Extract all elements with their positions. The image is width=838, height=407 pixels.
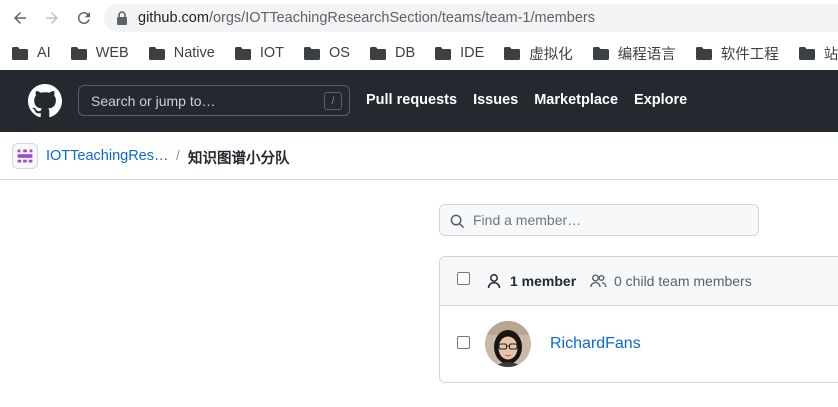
reload-button[interactable] bbox=[73, 7, 95, 29]
forward-arrow-icon bbox=[46, 12, 58, 24]
url-path: /orgs/IOTTeachingResearchSection/teams/t… bbox=[208, 10, 595, 26]
back-button[interactable] bbox=[9, 7, 31, 29]
people-icon bbox=[590, 274, 607, 288]
nav-pull-requests[interactable]: Pull requests bbox=[366, 92, 457, 108]
team-name[interactable]: 知识图谱小分队 bbox=[188, 147, 290, 168]
folder-icon bbox=[304, 46, 321, 60]
bookmark-folder[interactable]: 编程语言 bbox=[592, 43, 676, 64]
member-avatar[interactable] bbox=[485, 321, 531, 367]
user-avatar-photo bbox=[485, 321, 531, 367]
org-avatar-icon[interactable] bbox=[12, 143, 38, 169]
forward-button[interactable] bbox=[41, 7, 63, 29]
search-placeholder: Search or jump to… bbox=[91, 92, 216, 109]
nav-marketplace[interactable]: Marketplace bbox=[534, 92, 618, 108]
folder-icon bbox=[435, 46, 452, 60]
folder-icon bbox=[12, 46, 28, 60]
nav-issues[interactable]: Issues bbox=[473, 92, 518, 108]
github-logo-icon[interactable] bbox=[28, 84, 62, 118]
back-arrow-icon bbox=[14, 12, 26, 24]
bookmark-folder[interactable]: 软件工程 bbox=[695, 43, 779, 64]
header-nav: Pull requests Issues Marketplace Explore bbox=[366, 92, 703, 108]
bookmark-label: Native bbox=[173, 45, 215, 61]
folder-icon bbox=[234, 46, 251, 60]
breadcrumb-separator: / bbox=[176, 147, 180, 163]
bookmark-label: 编程语言 bbox=[617, 46, 676, 63]
find-member-placeholder: Find a member… bbox=[473, 212, 582, 228]
folder-icon bbox=[369, 46, 386, 60]
bookmark-folder[interactable]: DB bbox=[369, 45, 416, 61]
folder-icon bbox=[504, 46, 521, 60]
child-team-members-count[interactable]: 0 child team members bbox=[614, 273, 752, 289]
bookmark-folder[interactable]: IDE bbox=[435, 45, 484, 61]
bookmarks-bar: AI WEB Native IOT OS DB IDE 虚拟化 编程语言 软件工程 站点 bbox=[0, 36, 838, 70]
select-all-checkbox[interactable] bbox=[457, 272, 470, 285]
reload-icon bbox=[77, 12, 90, 25]
url-host: github.com bbox=[138, 10, 209, 26]
find-member-input[interactable]: Find a member… bbox=[439, 204, 759, 236]
folder-icon bbox=[695, 46, 712, 60]
bookmark-label: OS bbox=[329, 45, 350, 61]
folder-icon bbox=[592, 46, 609, 60]
bookmark-folder[interactable]: Native bbox=[148, 45, 215, 61]
bookmark-folder[interactable]: AI bbox=[12, 45, 51, 61]
folder-icon bbox=[70, 46, 87, 60]
members-list: 1 member 0 child team members RichardFan… bbox=[439, 256, 838, 383]
slash-shortcut-badge: / bbox=[324, 92, 342, 110]
lock-icon bbox=[117, 11, 127, 25]
bookmark-folder[interactable]: IOT bbox=[234, 45, 285, 61]
bookmark-label: IDE bbox=[460, 45, 485, 61]
bookmark-label: 站点 bbox=[823, 46, 838, 63]
github-header: Search or jump to… / Pull requests Issue… bbox=[0, 70, 838, 132]
bookmark-folder[interactable]: 站点 bbox=[798, 43, 838, 64]
nav-explore[interactable]: Explore bbox=[634, 92, 687, 108]
bookmark-label: DB bbox=[394, 45, 416, 61]
browser-toolbar: github.com/orgs/IOTTeachingResearchSecti… bbox=[0, 0, 838, 36]
bookmark-label: 虚拟化 bbox=[529, 46, 573, 63]
member-row: RichardFans bbox=[440, 306, 838, 383]
search-icon bbox=[450, 214, 465, 229]
folder-icon bbox=[148, 46, 165, 60]
member-name-link[interactable]: RichardFans bbox=[550, 335, 641, 353]
folder-icon bbox=[798, 46, 815, 60]
member-checkbox[interactable] bbox=[457, 336, 470, 349]
bookmark-folder[interactable]: 虚拟化 bbox=[504, 43, 573, 64]
address-bar[interactable]: github.com/orgs/IOTTeachingResearchSecti… bbox=[104, 4, 838, 32]
bookmark-label: IOT bbox=[259, 45, 285, 61]
org-link[interactable]: IOTTeachingRes… bbox=[46, 148, 169, 164]
breadcrumb: IOTTeachingRes… / 知识图谱小分队 bbox=[0, 132, 838, 180]
bookmark-label: AI bbox=[37, 45, 51, 61]
bookmark-label: WEB bbox=[95, 45, 129, 61]
member-count[interactable]: 1 member bbox=[510, 273, 576, 289]
person-icon bbox=[487, 274, 501, 289]
bookmark-folder[interactable]: WEB bbox=[70, 45, 129, 61]
bookmark-folder[interactable]: OS bbox=[304, 45, 350, 61]
bookmark-label: 软件工程 bbox=[720, 46, 779, 63]
members-list-header: 1 member 0 child team members bbox=[440, 257, 838, 306]
global-search-input[interactable]: Search or jump to… / bbox=[78, 85, 350, 116]
